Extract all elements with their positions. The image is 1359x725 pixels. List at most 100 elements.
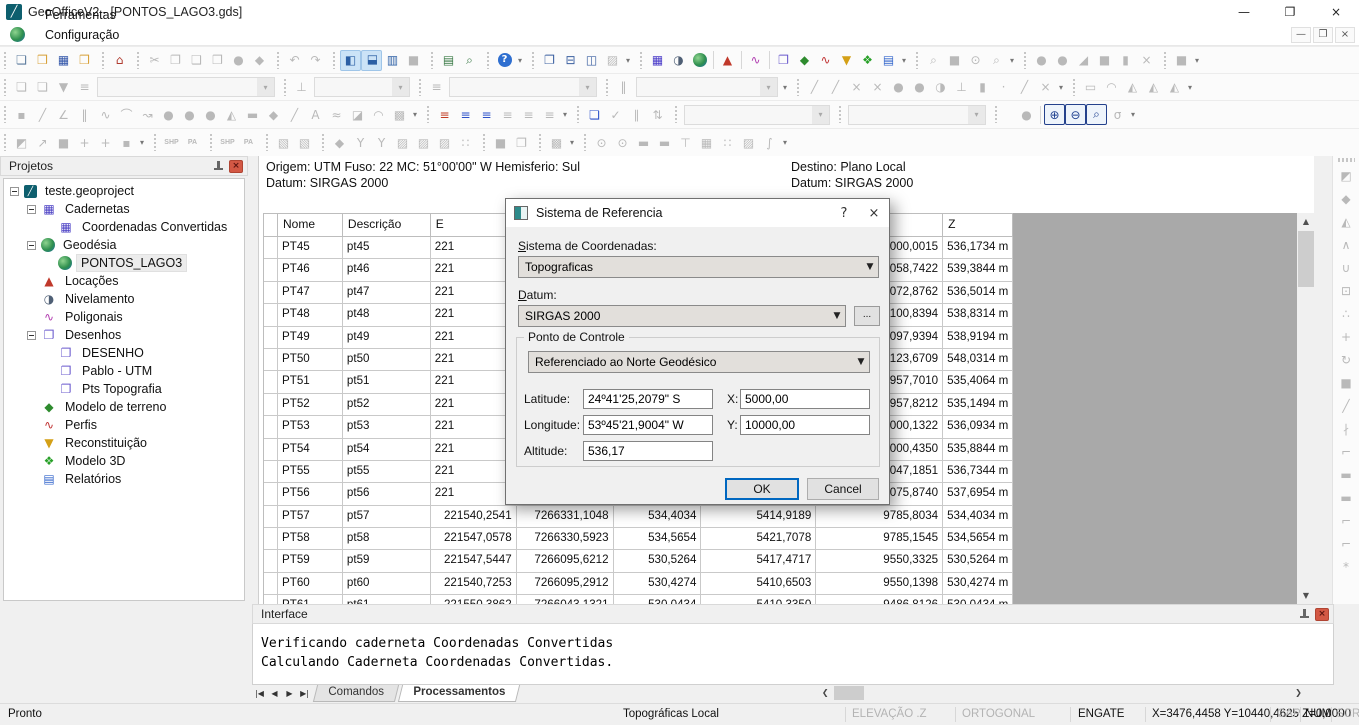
tree-item-modelo-3d[interactable]: ❖Modelo 3D xyxy=(4,452,244,470)
cell-z[interactable]: 535,8844 m xyxy=(943,439,1013,461)
cell-descricao[interactable]: pt57 xyxy=(343,506,431,528)
tree-item-perfis[interactable]: ∿Perfis xyxy=(4,416,244,434)
toolbar-grip[interactable] xyxy=(3,106,7,123)
toolbar-grip[interactable] xyxy=(538,134,542,151)
tree-item-coordenadas-convertidas[interactable]: ▦Coordenadas Convertidas xyxy=(4,218,244,236)
toolbar-grip[interactable] xyxy=(276,52,280,69)
panel-xy-icon[interactable]: ▥ xyxy=(382,50,403,71)
cell-nome[interactable]: PT52 xyxy=(278,394,343,416)
vcr-button-2[interactable]: ▶ xyxy=(282,685,297,702)
cadernetas-icon[interactable]: ▦ xyxy=(647,50,668,71)
cell-h[interactable]: 534,5654 xyxy=(614,528,702,550)
dialog-close-button[interactable]: × xyxy=(859,199,889,227)
cell-h[interactable]: 530,4274 xyxy=(614,573,702,595)
cell-e[interactable]: 221 xyxy=(431,349,517,371)
mdi-close-button[interactable]: × xyxy=(1335,27,1355,43)
cell-z[interactable]: 539,3844 m xyxy=(943,259,1013,281)
cell-e[interactable]: 221540,7253 xyxy=(431,573,517,595)
status-elevação[interactable]: ELEVAÇÃO .Z xyxy=(852,708,927,720)
cell-h[interactable]: 534,4034 xyxy=(614,506,702,528)
scroll-up-button[interactable]: ▲ xyxy=(1297,213,1314,230)
cell-e[interactable]: 221 xyxy=(431,259,517,281)
cell-y[interactable]: 9550,1398 xyxy=(816,573,943,595)
toolbar-grip[interactable] xyxy=(1023,52,1027,69)
toolbar-grip[interactable] xyxy=(1163,52,1167,69)
ok-button[interactable]: OK xyxy=(725,478,799,500)
cell-z[interactable]: 538,9194 m xyxy=(943,327,1013,349)
import-points-icon[interactable]: ≡ xyxy=(455,104,476,125)
collapse-expander[interactable] xyxy=(10,187,19,196)
panel-left-icon[interactable]: ◧ xyxy=(340,50,361,71)
cell-nome[interactable]: PT45 xyxy=(278,237,343,259)
cell-nome[interactable]: PT50 xyxy=(278,349,343,371)
tree-item-reconstitui-o[interactable]: ▼Reconstituição xyxy=(4,434,244,452)
cell-e[interactable]: 221550,3862 xyxy=(431,595,517,604)
cell-nome[interactable]: PT53 xyxy=(278,416,343,438)
dropdown-arrow-icon[interactable]: ▾ xyxy=(899,50,909,71)
cell-nome[interactable]: PT48 xyxy=(278,304,343,326)
cell-e[interactable]: 221 xyxy=(431,282,517,304)
pin-icon[interactable] xyxy=(213,160,224,173)
mdi-minimize-button[interactable]: — xyxy=(1291,27,1311,43)
row-selector[interactable] xyxy=(264,573,278,595)
tree-item-cadernetas[interactable]: ▦Cadernetas xyxy=(4,200,244,218)
cell-nome[interactable]: PT47 xyxy=(278,282,343,304)
cell-descricao[interactable]: pt59 xyxy=(343,550,431,572)
coord-system-combobox[interactable]: Topograficas ▼ xyxy=(518,256,879,278)
hscroll-left-button[interactable]: ❮ xyxy=(818,686,833,700)
cell-descricao[interactable]: pt56 xyxy=(343,483,431,505)
cell-y[interactable]: 9486,8126 xyxy=(816,595,943,604)
vcr-button-1[interactable]: ◀ xyxy=(267,685,282,702)
cell-z[interactable]: 536,0934 m xyxy=(943,416,1013,438)
nivelamento-icon[interactable]: ◑ xyxy=(668,50,689,71)
row-selector[interactable] xyxy=(264,528,278,550)
toolbar-grip[interactable] xyxy=(605,79,609,96)
column-header-E[interactable]: E xyxy=(431,214,517,237)
toolbar-grip[interactable] xyxy=(674,106,678,123)
tree-item-pontos-lago3[interactable]: PONTOS_LAGO3 xyxy=(4,254,244,272)
dropdown-arrow-icon[interactable]: ▾ xyxy=(1192,50,1202,71)
dropdown-arrow-icon[interactable]: ▾ xyxy=(410,104,420,125)
table-row[interactable]: PT59pt59221547,54477266095,6212530,52645… xyxy=(264,550,1013,572)
tree-item-pablo-utm[interactable]: ❐Pablo - UTM xyxy=(4,362,244,380)
toolbar-grip[interactable] xyxy=(915,52,919,69)
datum-combobox[interactable]: SIRGAS 2000 ▼ xyxy=(518,305,846,327)
toolbar-grip[interactable] xyxy=(153,134,157,151)
cell-nome[interactable]: PT51 xyxy=(278,371,343,393)
table-row[interactable]: PT57pt57221540,25417266331,1048534,40345… xyxy=(264,506,1013,528)
reconstituicao-icon[interactable]: ▼ xyxy=(836,50,857,71)
longitude-field[interactable]: 53º45'21,9004" W xyxy=(583,415,713,435)
vcr-button-0[interactable]: |◀ xyxy=(252,685,267,702)
cascade-windows-icon[interactable]: ❐ xyxy=(539,50,560,71)
toolbar-grip[interactable] xyxy=(283,79,287,96)
open-project-icon[interactable]: ❒ xyxy=(74,50,95,71)
table-row[interactable]: PT61pt61221550,38627266043,1321530,04345… xyxy=(264,595,1013,604)
interface-close-button[interactable]: × xyxy=(1315,608,1329,621)
cell-e[interactable]: 221 xyxy=(431,394,517,416)
save-file-icon[interactable]: ▦ xyxy=(53,50,74,71)
row-selector[interactable] xyxy=(264,259,278,281)
toolbar-grip[interactable] xyxy=(426,106,430,123)
cell-x[interactable]: 5410,6503 xyxy=(701,573,816,595)
tree-item-poligonais[interactable]: ∿Poligonais xyxy=(4,308,244,326)
sheet-props-icon[interactable]: ❏ xyxy=(584,104,605,125)
cell-x[interactable]: 5414,9189 xyxy=(701,506,816,528)
perfis-icon[interactable]: ∿ xyxy=(815,50,836,71)
close-button[interactable]: × xyxy=(1313,0,1359,24)
toolbar-grip[interactable] xyxy=(209,134,213,151)
cell-descricao[interactable]: pt54 xyxy=(343,439,431,461)
cell-descricao[interactable]: pt47 xyxy=(343,282,431,304)
datum-browse-button[interactable]: ... xyxy=(854,306,880,326)
pin-icon[interactable] xyxy=(1299,608,1310,621)
help-icon[interactable]: ? xyxy=(494,50,515,71)
status-engate[interactable]: ENGATE xyxy=(1078,708,1124,720)
row-selector[interactable] xyxy=(264,550,278,572)
open-file-icon[interactable]: ❒ xyxy=(32,50,53,71)
dropdown-arrow-icon[interactable]: ▾ xyxy=(567,132,577,153)
cell-nome[interactable]: PT55 xyxy=(278,461,343,483)
horizontal-scrollbar[interactable]: ❮ ❯ xyxy=(558,685,1334,702)
row-selector[interactable] xyxy=(264,327,278,349)
control-point-combobox[interactable]: Referenciado ao Norte Geodésico ▼ xyxy=(528,351,870,373)
tab-processamentos[interactable]: Processamentos xyxy=(398,685,520,702)
cell-z[interactable]: 530,5264 m xyxy=(943,550,1013,572)
